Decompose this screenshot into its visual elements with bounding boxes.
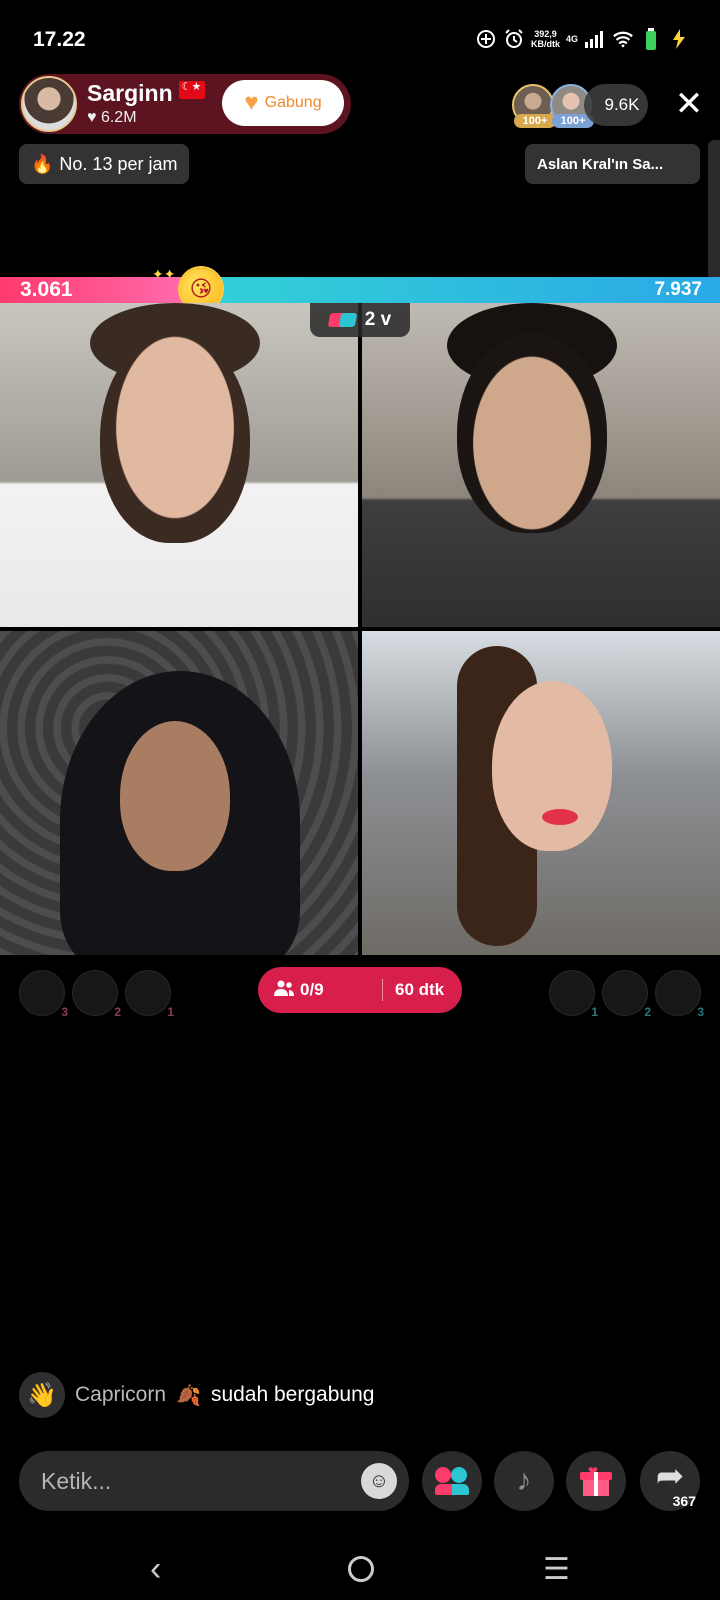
video-content: [100, 333, 250, 543]
alarm-icon: [503, 28, 525, 50]
multi-guest-icon: [435, 1467, 469, 1495]
supporter-rank: 2: [114, 1005, 121, 1019]
supporter-avatar[interactable]: 3: [655, 970, 704, 1019]
battle-round-pill[interactable]: 2 v: [310, 303, 410, 337]
hourly-rank-label: No. 13 per jam: [59, 153, 178, 174]
data-saver-icon: [475, 28, 497, 50]
comment-input[interactable]: Ketik... ☺: [19, 1451, 409, 1511]
battery-icon: [640, 28, 662, 50]
multi-guest-grid: [0, 303, 720, 955]
join-button[interactable]: ♥ Gabung: [222, 80, 344, 126]
guest-video-2[interactable]: [362, 303, 720, 627]
side-panel-handle[interactable]: [708, 140, 720, 280]
sparkle-icon: ✦✦: [152, 266, 176, 282]
tiktok-button[interactable]: ♪: [494, 1451, 554, 1511]
menu-icon[interactable]: ☰: [543, 1552, 570, 1587]
battle-bar-right: [200, 277, 720, 303]
net-speed-value: 392,9: [534, 29, 557, 39]
viewer-badge: 100+: [514, 114, 556, 128]
viewer-count[interactable]: 9.6K: [584, 84, 648, 126]
guest-video-4[interactable]: [362, 631, 720, 955]
status-time: 17.22: [33, 28, 86, 51]
gift-icon: ❤: [580, 1464, 612, 1496]
home-icon[interactable]: [348, 1556, 374, 1582]
guest-count: 0/9: [258, 980, 382, 1001]
status-icons: 392,9 KB/dtk 4G: [475, 28, 690, 50]
supporter-avatar[interactable]: 1: [125, 970, 174, 1019]
back-icon[interactable]: ‹: [150, 1550, 161, 1589]
chat-username[interactable]: Capricorn: [75, 1383, 166, 1407]
chat-join-message: 👋 Capricorn 🍂 sudah bergabung: [19, 1372, 375, 1418]
status-bar: 17.22 392,9 KB/dtk 4G: [0, 0, 720, 70]
guest-timer-pill[interactable]: 0/9 60 dtk: [258, 967, 462, 1013]
share-button[interactable]: ➦ 367: [640, 1451, 700, 1511]
chat-message: sudah bergabung: [210, 1383, 375, 1406]
supporter-avatar[interactable]: 2: [72, 970, 121, 1019]
host-name[interactable]: Sarginn: [87, 80, 205, 107]
battle-score-bar: [0, 277, 720, 303]
guest-video-1[interactable]: [0, 303, 358, 627]
host-avatar[interactable]: [21, 76, 77, 132]
guest-video-3[interactable]: [0, 631, 358, 955]
multi-guest-button[interactable]: [422, 1451, 482, 1511]
timer-value: 60 dtk: [395, 980, 445, 999]
leaf-icon: 🍂: [176, 1384, 201, 1407]
system-nav-bar: ‹ ☰: [0, 1540, 720, 1600]
tiktok-note-icon: ♪: [516, 1464, 532, 1497]
heart-plus-icon: ♥: [244, 89, 259, 116]
turkey-flag-icon: [178, 80, 205, 99]
battle-icon: [329, 311, 357, 329]
signal-icon: [584, 28, 606, 50]
net-speed-unit: KB/dtk: [530, 39, 560, 49]
charging-icon: [668, 28, 690, 50]
video-content: [457, 333, 607, 533]
battle-round-label: 2 v: [364, 309, 392, 330]
guest-count-value: 0/9: [300, 980, 324, 999]
host-name-text: Sarginn: [87, 80, 173, 106]
top-viewer-avatar[interactable]: 100+: [512, 84, 556, 128]
share-count: 367: [672, 1493, 696, 1509]
close-icon[interactable]: ✕: [670, 86, 708, 124]
supporter-avatar[interactable]: 1: [549, 970, 598, 1019]
supporter-rank: 3: [697, 1005, 704, 1019]
gift-button[interactable]: ❤: [566, 1451, 626, 1511]
net-speed: 392,9 KB/dtk: [531, 29, 560, 49]
net-type: 4G: [565, 34, 578, 44]
supporter-rank: 1: [591, 1005, 598, 1019]
people-icon: [274, 980, 294, 1001]
host-likes: ♥ 6.2M: [87, 109, 137, 126]
supporter-avatar[interactable]: 2: [602, 970, 651, 1019]
wave-hand-icon[interactable]: 👋: [19, 1372, 65, 1418]
supporter-avatar[interactable]: 3: [19, 970, 68, 1019]
fire-icon: 🔥: [31, 153, 54, 174]
share-icon: ➦: [655, 1457, 685, 1495]
supporter-rank: 2: [644, 1005, 651, 1019]
emoji-icon[interactable]: ☺: [361, 1463, 397, 1499]
hourly-rank-pill[interactable]: 🔥 No. 13 per jam: [19, 144, 190, 184]
video-content: [492, 681, 612, 851]
battle-score-right: 7.937: [654, 279, 702, 300]
video-content: [542, 809, 578, 825]
comment-placeholder: Ketik...: [41, 1468, 112, 1494]
host-card[interactable]: Sarginn ♥ 6.2M ♥ Gabung: [19, 74, 351, 134]
gift-banner-pill[interactable]: Aslan Kral'ın Sa...: [525, 144, 700, 184]
battle-score-left: 3.061: [20, 278, 73, 301]
video-content: [120, 721, 230, 871]
supporter-rank: 1: [167, 1005, 174, 1019]
supporter-rank: 3: [61, 1005, 68, 1019]
wifi-icon: [612, 28, 634, 50]
join-button-label: Gabung: [264, 94, 322, 111]
